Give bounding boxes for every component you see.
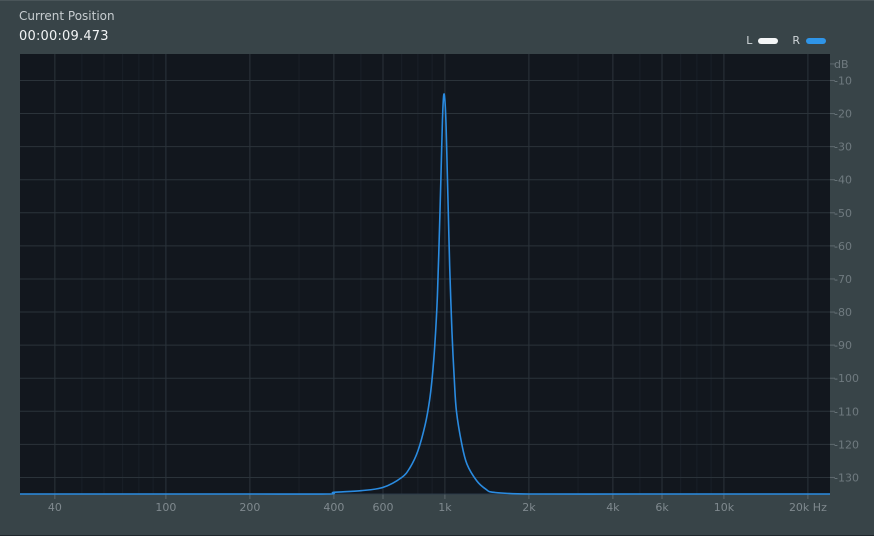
- y-tick-label: -130: [834, 471, 859, 484]
- x-tick-label: 10k: [714, 501, 735, 514]
- x-tick-label: 100: [155, 501, 176, 514]
- x-tick-label: 600: [373, 501, 394, 514]
- frequency-analysis-panel: Current Position 00:00:09.473 L R 40 100 2…: [0, 0, 874, 535]
- spectrum-chart[interactable]: 40 100 200 400 600 1k 2k 4k 6k 10k 20k Hz dB -10 -20 -…: [0, 1, 874, 536]
- y-tick-label: -90: [834, 339, 852, 352]
- x-tick-label: 1k: [438, 501, 452, 514]
- x-tick-label: 20k Hz: [789, 501, 827, 514]
- x-tick-label: 4k: [606, 501, 620, 514]
- y-tick-label: -80: [834, 306, 852, 319]
- y-tick-label: -100: [834, 372, 859, 385]
- y-tick-label: -20: [834, 108, 852, 121]
- y-tick-label: -110: [834, 405, 859, 418]
- y-tick-label: -40: [834, 174, 852, 187]
- y-tick-label: -60: [834, 240, 852, 253]
- y-tick-label: -120: [834, 438, 859, 451]
- y-tick-label: -50: [834, 207, 852, 220]
- y-tick-label: -30: [834, 141, 852, 154]
- x-tick-label: 40: [48, 501, 62, 514]
- y-tick-label: dB: [834, 58, 849, 71]
- y-tick-label: -70: [834, 273, 852, 286]
- x-tick-label: 6k: [655, 501, 669, 514]
- x-tick-label: 400: [323, 501, 344, 514]
- y-tick-label: -10: [834, 74, 852, 87]
- x-tick-label: 2k: [522, 501, 536, 514]
- x-tick-label: 200: [239, 501, 260, 514]
